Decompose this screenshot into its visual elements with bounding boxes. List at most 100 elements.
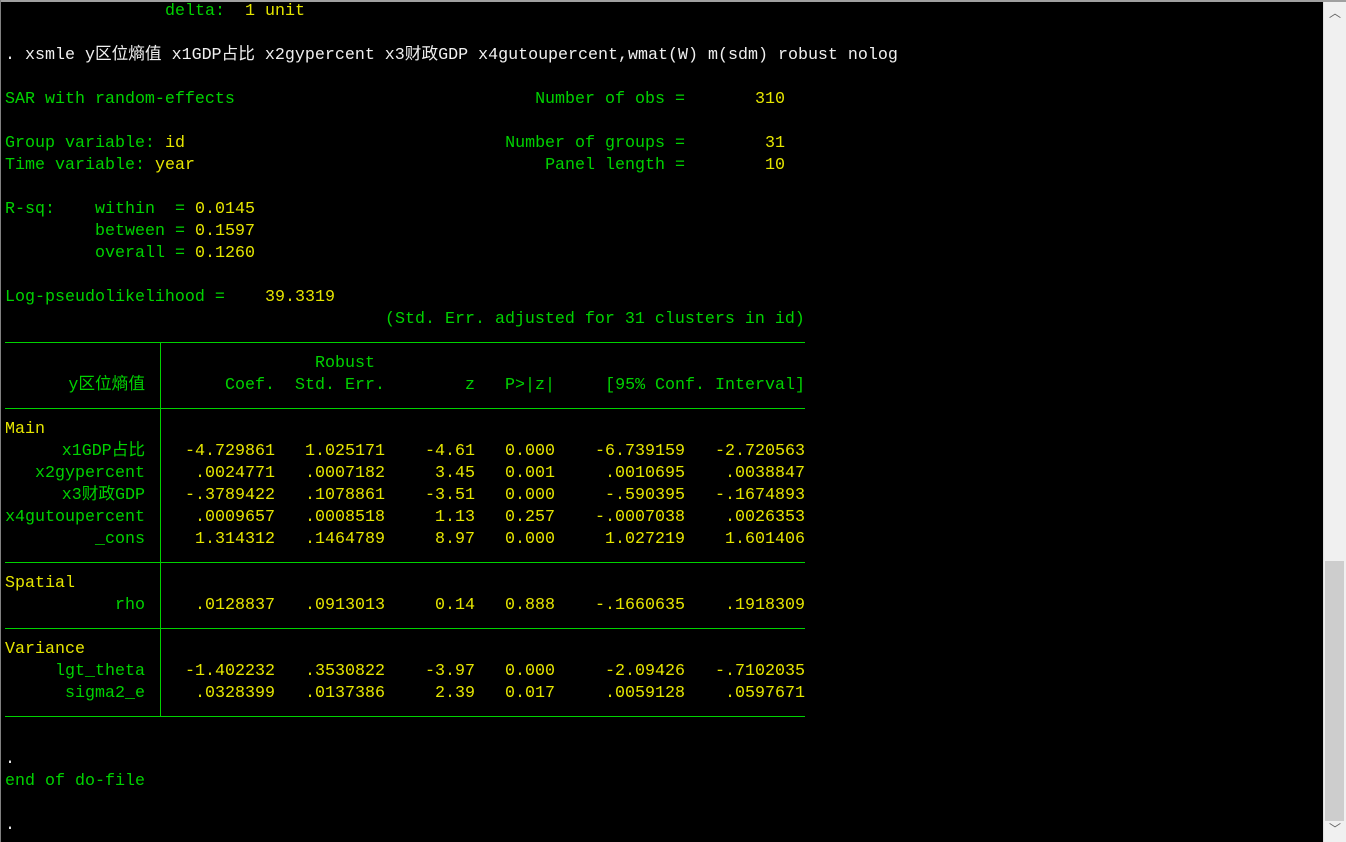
group-var: id (165, 134, 185, 153)
loglik-value: 39.3319 (265, 288, 335, 307)
cluster-note: (Std. Err. adjusted for 31 clusters in i… (385, 310, 805, 329)
cell-lo: -6.739159 (595, 442, 685, 461)
row-variable: x3财政GDP (61, 486, 145, 505)
scroll-down-arrow-icon[interactable]: ﹀ (1324, 820, 1346, 838)
end-of-do-file: end of do-file (5, 772, 145, 791)
scrollbar-thumb[interactable] (1325, 561, 1344, 821)
cell-hi: .0597671 (725, 684, 805, 703)
cell-z: -3.51 (425, 486, 475, 505)
cell-hi: -2.720563 (715, 442, 805, 461)
cell-z: 1.13 (435, 508, 475, 527)
group-label: Group variable: (5, 134, 155, 153)
header-z: z (465, 376, 475, 395)
cell-p: 0.000 (505, 442, 555, 461)
overall-value: 0.1260 (195, 244, 255, 263)
cell-hi: .0038847 (725, 464, 805, 483)
cell-se: .0007182 (305, 464, 385, 483)
dot-line: . (5, 750, 15, 769)
scroll-up-arrow-icon[interactable]: ︿ (1324, 4, 1346, 22)
cell-coef: .0128837 (195, 596, 275, 615)
ngroups-value: 31 (765, 134, 785, 153)
cell-coef: -4.729861 (185, 442, 275, 461)
model-title: SAR with random-effects (5, 90, 235, 109)
cell-lo: -2.09426 (605, 662, 685, 681)
cell-p: 0.001 (505, 464, 555, 483)
row-variable: lgt_theta (55, 662, 145, 681)
cell-coef: -1.402232 (185, 662, 275, 681)
cell-se: .1078861 (305, 486, 385, 505)
cell-p: 0.000 (505, 486, 555, 505)
cell-hi: -.1674893 (715, 486, 805, 505)
overall-label: overall = (95, 244, 185, 263)
cell-z: -4.61 (425, 442, 475, 461)
cell-coef: .0009657 (195, 508, 275, 527)
section-label: Main (5, 420, 45, 439)
cell-coef: .0328399 (195, 684, 275, 703)
cell-lo: -.1660635 (595, 596, 685, 615)
cell-p: 0.257 (505, 508, 555, 527)
rsq-label: R-sq: (5, 200, 55, 219)
window-border-left (0, 0, 1, 842)
header-se: Std. Err. (295, 376, 385, 395)
header-robust: Robust (315, 354, 375, 373)
time-label: Time variable: (5, 156, 145, 175)
section-label: Spatial (5, 574, 75, 593)
row-variable: sigma2_e (65, 684, 145, 703)
cell-se: 1.025171 (305, 442, 385, 461)
row-variable: rho (115, 596, 145, 615)
cell-lo: .0059128 (605, 684, 685, 703)
cell-coef: .0024771 (195, 464, 275, 483)
table-column-divider (160, 562, 161, 629)
within-label: within = (95, 200, 185, 219)
cell-se: .0008518 (305, 508, 385, 527)
table-rule (5, 628, 805, 629)
prompt-dot: . (5, 816, 15, 835)
cell-se: .1464789 (305, 530, 385, 549)
table-rule (5, 408, 805, 409)
cell-se: .0137386 (305, 684, 385, 703)
header-depvar: y区位熵值 (68, 376, 145, 395)
loglik-label: Log-pseudolikelihood = (5, 288, 225, 307)
cell-z: 0.14 (435, 596, 475, 615)
cell-p: 0.888 (505, 596, 555, 615)
cell-hi: -.7102035 (715, 662, 805, 681)
ngroups-label: Number of groups = (505, 134, 685, 153)
cell-z: 2.39 (435, 684, 475, 703)
section-label: Variance (5, 640, 85, 659)
panel-value: 10 (765, 156, 785, 175)
within-value: 0.0145 (195, 200, 255, 219)
cell-coef: -.3789422 (185, 486, 275, 505)
panel-label: Panel length = (545, 156, 685, 175)
command-line: . xsmle y区位熵值 x1GDP占比 x2gypercent x3财政GD… (5, 46, 898, 65)
cell-z: 3.45 (435, 464, 475, 483)
header-coef: Coef. (225, 376, 275, 395)
cell-p: 0.017 (505, 684, 555, 703)
cell-hi: 1.601406 (725, 530, 805, 549)
row-variable: _cons (95, 530, 145, 549)
cell-se: .0913013 (305, 596, 385, 615)
row-variable: x1GDP占比 (61, 442, 145, 461)
cell-se: .3530822 (305, 662, 385, 681)
cell-z: -3.97 (425, 662, 475, 681)
table-column-divider (160, 628, 161, 717)
cell-lo: .0010695 (605, 464, 685, 483)
cell-hi: .0026353 (725, 508, 805, 527)
time-var: year (155, 156, 195, 175)
cell-p: 0.000 (505, 662, 555, 681)
cell-coef: 1.314312 (195, 530, 275, 549)
table-rule (5, 562, 805, 563)
row-variable: x2gypercent (35, 464, 145, 483)
row-variable: x4gutoupercent (5, 508, 145, 527)
between-value: 0.1597 (195, 222, 255, 241)
cell-hi: .1918309 (725, 596, 805, 615)
vertical-scrollbar[interactable]: ︿ ﹀ (1323, 2, 1346, 842)
delta-value: 1 unit (245, 2, 305, 21)
nobs-value: 310 (755, 90, 785, 109)
nobs-label: Number of obs = (535, 90, 685, 109)
cell-lo: -.590395 (605, 486, 685, 505)
table-column-divider (160, 408, 161, 563)
cell-lo: -.0007038 (595, 508, 685, 527)
cell-z: 8.97 (435, 530, 475, 549)
table-column-divider (160, 342, 161, 409)
header-ci: [95% Conf. Interval] (605, 376, 805, 395)
